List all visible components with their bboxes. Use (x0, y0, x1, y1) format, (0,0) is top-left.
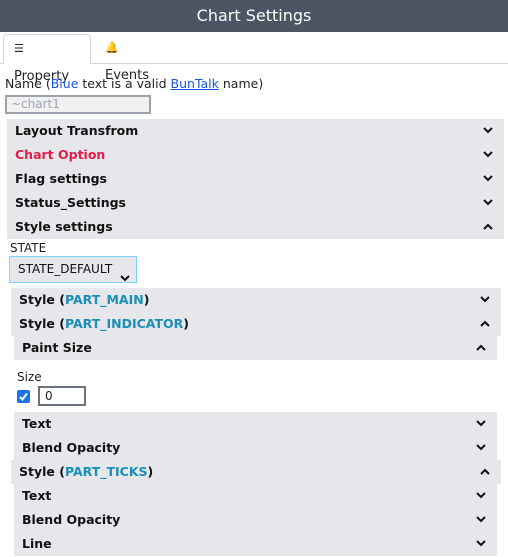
section-layout-transform[interactable]: Layout Transfrom (7, 119, 504, 143)
chevron-up-icon (482, 215, 494, 239)
style-part-main[interactable]: Style (PART_MAIN) (11, 288, 501, 312)
size-label: Size (17, 370, 42, 384)
paint-size-header[interactable]: Paint Size (14, 336, 497, 360)
chevron-down-icon (479, 288, 491, 312)
buntalk-link[interactable]: BunTalk (171, 76, 219, 91)
tab-events[interactable]: 🔔Events (95, 34, 167, 83)
chevron-down-icon (475, 532, 487, 556)
ticks-line[interactable]: Line (14, 532, 497, 556)
chevron-down-icon (482, 191, 494, 215)
chevron-up-icon (479, 312, 491, 336)
window-title: Chart Settings (0, 0, 508, 32)
chevron-up-icon (479, 460, 491, 484)
style-part-ticks[interactable]: Style (PART_TICKS) (11, 460, 501, 484)
bell-icon: 🔔 (105, 41, 119, 54)
indicator-text[interactable]: Text (14, 412, 497, 436)
chevron-up-icon (475, 336, 487, 360)
section-status-settings[interactable]: Status_Settings (7, 191, 504, 215)
chevron-down-icon (482, 143, 494, 167)
style-part-indicator[interactable]: Style (PART_INDICATOR) (11, 312, 501, 336)
chevron-down-icon (475, 412, 487, 436)
size-checkbox[interactable] (17, 390, 30, 403)
tab-property[interactable]: ☰Property (3, 34, 91, 84)
section-flag-settings[interactable]: Flag settings (7, 167, 504, 191)
tab-bar: ☰Property 🔔Events (0, 32, 508, 84)
state-select[interactable]: STATE_DEFAULT (9, 256, 137, 283)
size-input[interactable]: 0 (38, 386, 86, 406)
ticks-blend-opacity[interactable]: Blend Opacity (14, 508, 497, 532)
section-chart-option[interactable]: Chart Option (7, 143, 504, 167)
state-label: STATE (10, 241, 47, 255)
name-input[interactable]: ~chart1 (5, 95, 151, 114)
section-style-settings[interactable]: Style settings (7, 215, 504, 239)
blue-word: Blue (50, 76, 79, 91)
name-label: Name (Blue text is a valid BunTalk name) (5, 76, 264, 91)
chevron-down-icon (482, 167, 494, 191)
list-icon: ☰ (14, 42, 24, 55)
chevron-down-icon (475, 508, 487, 532)
ticks-text[interactable]: Text (14, 484, 497, 508)
chevron-down-icon (482, 119, 494, 143)
chevron-down-icon (475, 484, 487, 508)
chevron-down-icon (475, 436, 487, 460)
indicator-blend-opacity[interactable]: Blend Opacity (14, 436, 497, 460)
